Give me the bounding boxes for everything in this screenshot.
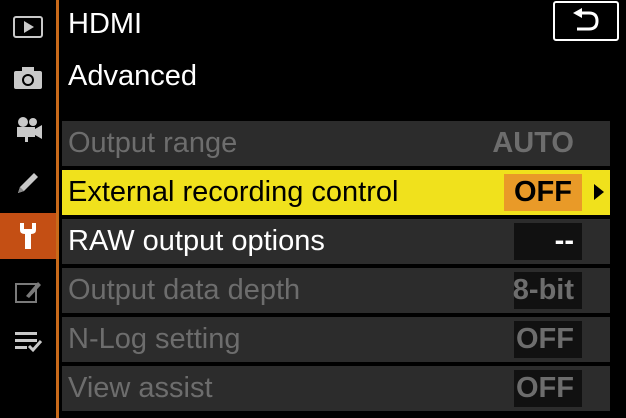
menu-item-value: AUTO <box>492 127 574 159</box>
menu-item-n-log-setting[interactable]: N-Log setting OFF <box>62 317 610 362</box>
menu-item-label: RAW output options <box>68 225 325 257</box>
menu-item-label: N-Log setting <box>68 323 241 355</box>
menu-item-view-assist[interactable]: View assist OFF <box>62 366 610 411</box>
menu-item-raw-output-options[interactable]: RAW output options -- <box>62 219 610 264</box>
my-menu-icon[interactable] <box>0 318 56 364</box>
pencil-icon[interactable] <box>0 160 56 206</box>
menu-list: Output range AUTO External recording con… <box>62 121 610 415</box>
menu-item-value: -- <box>554 225 574 257</box>
page-subtitle: Advanced <box>68 60 197 92</box>
menu-item-output-range[interactable]: Output range AUTO <box>62 121 610 166</box>
back-arrow-icon <box>573 8 599 31</box>
menu-item-external-recording-control[interactable]: External recording control OFF <box>62 170 610 215</box>
menu-item-value: OFF <box>516 323 574 355</box>
menu-item-value: OFF <box>516 372 574 404</box>
menu-item-label: Output data depth <box>68 274 301 306</box>
camera-icon[interactable] <box>0 55 56 101</box>
menu-item-value: 8-bit <box>512 274 574 306</box>
menu-item-label: External recording control <box>68 176 399 208</box>
header: HDMI Advanced <box>68 0 626 110</box>
sidebar <box>0 0 57 418</box>
retouch-icon[interactable] <box>0 268 56 314</box>
wrench-icon[interactable] <box>0 213 56 259</box>
sidebar-divider <box>56 0 59 418</box>
movie-camera-icon[interactable] <box>0 106 56 152</box>
back-button[interactable] <box>553 1 619 41</box>
menu-item-label: Output range <box>68 127 238 159</box>
chevron-right-icon <box>594 184 604 200</box>
menu-item-value: OFF <box>504 174 582 211</box>
playback-icon[interactable] <box>0 4 56 50</box>
page-title: HDMI <box>68 8 143 40</box>
menu-item-output-data-depth[interactable]: Output data depth 8-bit <box>62 268 610 313</box>
menu-item-label: View assist <box>68 372 213 404</box>
